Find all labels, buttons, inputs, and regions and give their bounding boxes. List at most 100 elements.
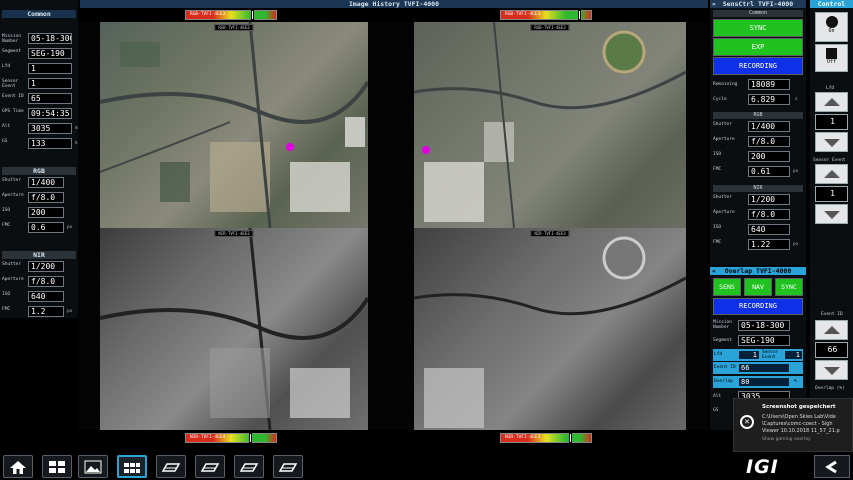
lp-rgb-aperture-label: Aperture [2,193,24,198]
ctrl-overlap-label: Overlap (%) [815,386,845,391]
cycle-unit: s [795,97,798,102]
event-id-down-button[interactable] [815,360,848,380]
sens-ctrl-panel: « SensCtrl TVFI-4000 Common SYNC EXP REC… [710,0,806,265]
camera-2-button[interactable] [195,455,225,478]
lp-rgb-fmc-label: FMC [2,223,11,228]
sens-ctrl-nir-header: NIR [713,185,803,192]
lp-rgb-aperture-value: f/8.0 [28,192,64,203]
sc-nir-fmc-value: 1.22 [748,239,790,250]
off-button[interactable]: Off [815,44,848,72]
home-button[interactable] [3,455,33,478]
arrow-down-icon [823,139,840,147]
toast-line-1: C:\Users\Open Skies Lab\Vide [762,414,836,420]
image-icon [84,460,102,474]
lp-field-0-label: Mission Number [2,34,21,44]
exp-button[interactable]: EXP [713,38,803,56]
sc-nir-iso-value: 640 [748,224,790,235]
back-arrow-icon [825,460,837,474]
sc-nir-aperture-value: f/8.0 [748,209,790,220]
overlap-recording-button[interactable]: RECORDING [713,298,803,315]
event-id-label: Event ID [714,365,736,370]
sensor-event-down-button[interactable] [815,204,848,224]
mosaic-view-button[interactable] [117,455,147,478]
sc-rgb-shutter-label: Shutter [713,122,732,127]
lfd-down-button[interactable] [815,132,848,152]
on-button[interactable]: On [815,12,848,42]
camera-icon [161,463,181,472]
segment-label: Segment [713,338,732,343]
remaining-label: Remaining [713,82,738,87]
gs-label: GS [713,408,719,413]
sensor-event-label: Sensor Event [762,350,779,360]
xbox-icon: ✕ [740,415,754,429]
lp-rgb-fmc-value: 0.6 [28,222,64,233]
lp-nir-fmc-label: FMC [2,307,11,312]
camera-3-button[interactable] [234,455,264,478]
histogram-rgb-left: RGB-TVFI-4EE3 [185,10,277,20]
sc-rgb-fmc-unit: px [793,169,799,174]
sync-button[interactable]: SYNC [713,19,803,37]
screenshot-toast[interactable]: ✕ Screenshot gespeichert C:\Users\Open S… [733,398,853,452]
recording-button[interactable]: RECORDING [713,57,803,75]
image-history-title: Image History TVFI-4000 [80,0,708,8]
lp-nir-fmc-unit: px [67,309,73,314]
rgb-map-render-left [100,22,368,228]
rgb-image-left[interactable]: RGB-TVFI-4EE3 [100,22,368,228]
histogram-nir-left: NIR-TVFI-4EE4 [185,433,277,443]
grid-view-button[interactable] [42,455,72,478]
left-panel: Common Mission Number 05-18-300 Segment SEG… [0,0,80,318]
lp-field-7-value: 133 [28,138,72,149]
igi-logo: IGI [746,456,779,478]
sc-nir-fmc-unit: px [793,242,799,247]
event-id-value: 66 [815,342,848,358]
histogram-marker [250,10,254,20]
lp-field-2-label: Lfd [2,64,11,69]
image-view-button[interactable] [78,455,108,478]
camera-4-button[interactable] [273,455,303,478]
lp-field-7-label: GS [2,139,8,144]
sc-rgb-fmc-label: FMC [713,167,722,172]
lp-field-5-label: GPS Time [2,109,24,114]
sync-overlap-button[interactable]: SYNC [775,278,803,296]
square-icon [826,48,837,59]
overlap-value: 80 [738,377,790,387]
control-title: Control [810,0,853,8]
sc-nir-iso-label: ISO [713,225,722,230]
arrow-up-icon [823,170,840,178]
camera-icon [200,463,220,472]
arrow-up-icon [823,98,840,106]
sens-ctrl-rgb-header: RGB [713,112,803,119]
collapse-icon[interactable]: « [712,0,716,8]
lfd-up-button[interactable] [815,92,848,112]
sensor-event-up-button[interactable] [815,164,848,184]
collapse-icon[interactable]: « [712,267,716,275]
rgb-header: RGB [2,167,76,175]
lp-nir-shutter-label: Shutter [2,262,21,267]
nav-button[interactable]: NAV [744,278,772,296]
event-id-up-button[interactable] [815,320,848,340]
lp-field-4-value: 65 [28,93,72,104]
circle-icon [825,16,838,28]
ctrl-event-id-label: Event ID [821,312,843,317]
lp-field-5-value: 09:54:35.7 [28,108,72,119]
sc-rgb-iso-value: 200 [748,151,790,162]
histogram-marker [569,433,573,443]
lfd-value: 1 [815,114,848,130]
mission-label: Mission Number [713,320,732,330]
nir-image-right[interactable]: NIR-TVFI-4EE3 [414,228,686,430]
rgb-map-render-right [414,22,686,228]
rgb-image-right[interactable]: RGB-TVFI-4EE3 [414,22,686,228]
nir-map-render-right [414,236,686,428]
lp-nir-iso-label: ISO [2,292,11,297]
back-button[interactable] [814,455,850,478]
sens-button[interactable]: SENS [713,278,741,296]
overlap-event-id-value: 66 [738,363,790,373]
histogram-nir-right: NIR-TVFI-4EE3 [500,433,592,443]
nir-image-left[interactable]: NIR-TVFI-4EE3 [100,228,368,430]
overlap-segment-value: SEG-190 [738,335,790,346]
lp-rgb-shutter-label: Shutter [2,178,21,183]
overlap-unit: % [794,379,797,384]
camera-1-button[interactable] [156,455,186,478]
toast-title: Screenshot gespeichert [762,404,836,410]
lp-rgb-iso-value: 200 [28,207,64,218]
